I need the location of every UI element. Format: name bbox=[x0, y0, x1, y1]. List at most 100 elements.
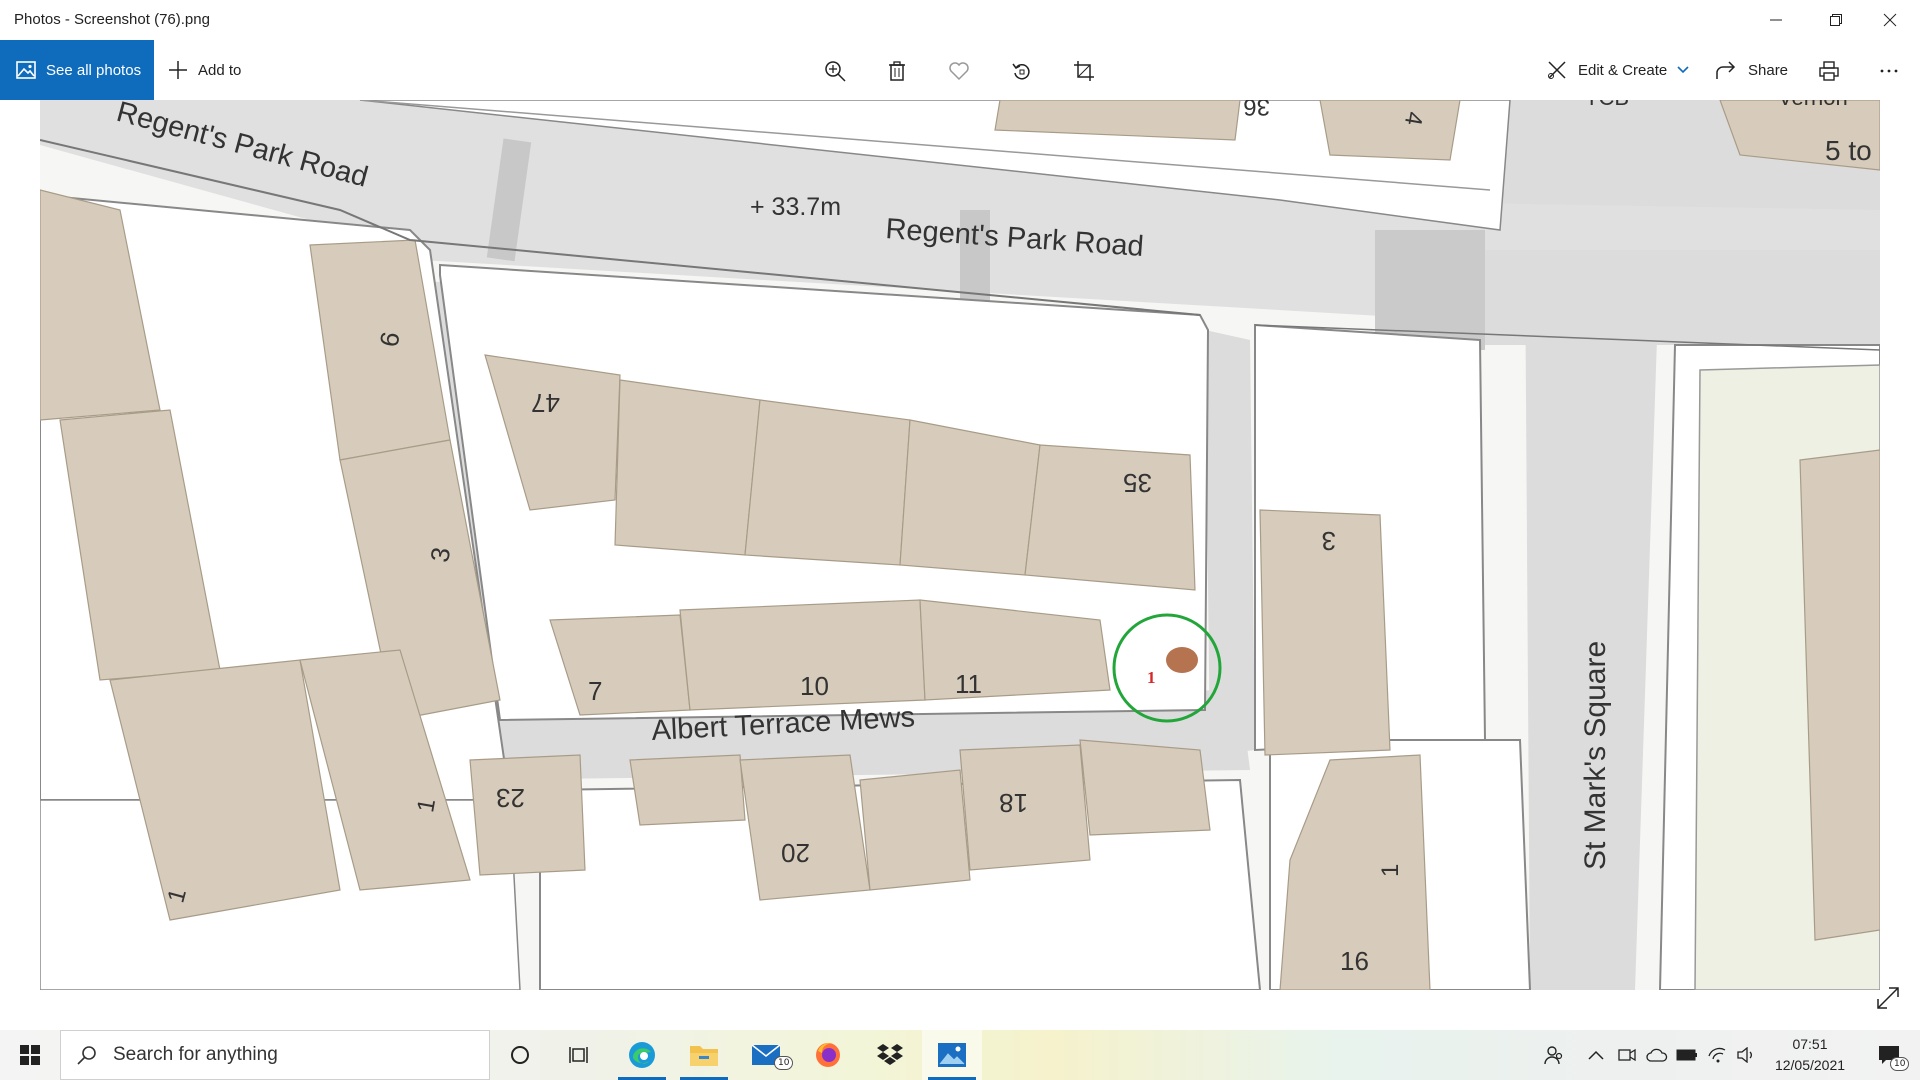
zoom-in-icon bbox=[825, 61, 846, 82]
image-viewer: Regent's Park Road Regent's Park Road + … bbox=[0, 100, 1920, 1030]
task-view-icon bbox=[569, 1047, 588, 1063]
close-icon bbox=[1883, 13, 1897, 27]
clock-date: 12/05/2021 bbox=[1774, 1057, 1846, 1073]
cortana-button[interactable] bbox=[490, 1030, 550, 1080]
title-bar: Photos - Screenshot (76).png bbox=[0, 0, 1920, 40]
marker-label: 1 bbox=[1147, 668, 1156, 687]
label-tcb: TCB bbox=[1585, 100, 1629, 110]
show-hidden-icons-button[interactable] bbox=[1582, 1030, 1610, 1080]
onedrive-icon bbox=[1646, 1048, 1668, 1062]
spot-height-label: + 33.7m bbox=[750, 193, 841, 221]
edit-create-icon bbox=[1548, 61, 1566, 79]
edge-icon bbox=[629, 1042, 655, 1068]
add-to-label: Add to bbox=[198, 61, 242, 79]
dropbox-icon bbox=[877, 1044, 903, 1065]
restore-icon bbox=[1830, 14, 1842, 26]
rotate-icon bbox=[1012, 63, 1030, 80]
network-button[interactable] bbox=[1703, 1030, 1731, 1080]
people-icon bbox=[1544, 1046, 1563, 1065]
more-button[interactable] bbox=[1872, 54, 1906, 88]
photos-taskbar-button[interactable] bbox=[922, 1030, 982, 1080]
house-number: 1 bbox=[1377, 864, 1404, 877]
share-label: Share bbox=[1748, 61, 1789, 79]
house-number: 11 bbox=[955, 669, 982, 699]
house-number: 35 bbox=[1123, 468, 1152, 498]
chevron-down-icon bbox=[1677, 66, 1689, 74]
edit-create-button[interactable]: Edit & Create bbox=[1546, 40, 1689, 100]
task-view-button[interactable] bbox=[550, 1030, 610, 1080]
clock[interactable]: 07:51 12/05/2021 bbox=[1765, 1034, 1855, 1076]
more-icon bbox=[1880, 69, 1898, 73]
toolbar: See all photos Add to Edit & Create Shar… bbox=[0, 40, 1920, 100]
print-button[interactable] bbox=[1812, 54, 1846, 88]
plus-icon bbox=[169, 61, 187, 79]
rotate-button[interactable] bbox=[1005, 54, 1039, 88]
house-number: 7 bbox=[588, 676, 602, 706]
cortana-icon bbox=[511, 1046, 529, 1064]
volume-icon bbox=[1737, 1047, 1752, 1063]
minimize-icon bbox=[1770, 19, 1782, 21]
zoom-button[interactable] bbox=[818, 54, 852, 88]
print-icon bbox=[1819, 61, 1839, 81]
file-explorer-icon bbox=[690, 1046, 718, 1066]
add-to-button[interactable]: Add to bbox=[168, 40, 241, 100]
expand-icon bbox=[1877, 987, 1899, 1009]
house-number: 10 bbox=[800, 671, 829, 701]
edge-taskbar-button[interactable] bbox=[612, 1030, 672, 1080]
file-explorer-taskbar-button[interactable] bbox=[674, 1030, 734, 1080]
house-number: 23 bbox=[496, 783, 525, 813]
map-drawing: Regent's Park Road Regent's Park Road + … bbox=[40, 100, 1880, 990]
volume-button[interactable] bbox=[1733, 1030, 1761, 1080]
edit-create-label: Edit & Create bbox=[1578, 61, 1668, 79]
road-label-st-marks-square: St Mark's Square bbox=[1579, 641, 1612, 870]
notification-badge: 10 bbox=[1890, 1057, 1910, 1071]
photos-icon bbox=[16, 61, 36, 79]
search-placeholder: Search for anything bbox=[113, 1044, 278, 1065]
minimize-button[interactable] bbox=[1746, 0, 1806, 40]
wifi-icon bbox=[1708, 1047, 1726, 1063]
firefox-taskbar-button[interactable] bbox=[798, 1030, 858, 1080]
favorite-icon bbox=[949, 62, 969, 81]
house-number: 3 bbox=[1322, 526, 1336, 556]
battery-icon bbox=[1676, 1049, 1697, 1061]
window-title: Photos - Screenshot (76).png bbox=[14, 11, 210, 28]
tray-meet-button[interactable] bbox=[1614, 1030, 1640, 1080]
delete-button[interactable] bbox=[880, 54, 914, 88]
battery-button[interactable] bbox=[1673, 1030, 1701, 1080]
map-image: Regent's Park Road Regent's Park Road + … bbox=[40, 100, 1880, 990]
meet-now-icon bbox=[1618, 1048, 1636, 1062]
taskbar-search-box[interactable]: Search for anything bbox=[60, 1030, 490, 1080]
house-number: 47 bbox=[531, 388, 560, 418]
close-button[interactable] bbox=[1860, 0, 1920, 40]
people-button[interactable] bbox=[1538, 1030, 1570, 1080]
action-center-button[interactable]: 10 bbox=[1866, 1030, 1912, 1080]
start-button[interactable] bbox=[0, 1030, 60, 1080]
house-number: 16 bbox=[1340, 946, 1369, 976]
see-all-photos-label: See all photos bbox=[46, 61, 142, 79]
label-vernon: Vernon bbox=[1778, 100, 1848, 110]
see-all-photos-button[interactable]: See all photos bbox=[0, 40, 154, 100]
clock-time: 07:51 bbox=[1792, 1036, 1828, 1052]
dropbox-taskbar-button[interactable] bbox=[860, 1030, 920, 1080]
house-number: 36 bbox=[1243, 100, 1270, 120]
mail-badge: 10 bbox=[774, 1056, 794, 1070]
firefox-icon bbox=[816, 1042, 840, 1067]
house-number: 18 bbox=[999, 788, 1028, 818]
full-screen-button[interactable] bbox=[1875, 985, 1905, 1015]
label-5-to: 5 to bbox=[1825, 135, 1872, 166]
mail-taskbar-button[interactable]: 10 bbox=[736, 1030, 796, 1080]
delete-icon bbox=[889, 61, 905, 81]
house-number: 20 bbox=[781, 838, 810, 868]
restore-button[interactable] bbox=[1806, 0, 1866, 40]
photos-app-icon bbox=[938, 1043, 966, 1067]
share-button[interactable]: Share bbox=[1716, 40, 1788, 100]
crop-icon bbox=[1074, 61, 1094, 81]
taskbar: Search for anything 10 07:51 12/05/2021 … bbox=[0, 1030, 1920, 1080]
share-icon bbox=[1716, 61, 1736, 79]
crop-button[interactable] bbox=[1067, 54, 1101, 88]
search-icon bbox=[77, 1046, 96, 1065]
favorite-button[interactable] bbox=[942, 54, 976, 88]
windows-icon bbox=[20, 1045, 40, 1065]
onedrive-button[interactable] bbox=[1643, 1030, 1671, 1080]
chevron-up-icon bbox=[1588, 1050, 1604, 1060]
